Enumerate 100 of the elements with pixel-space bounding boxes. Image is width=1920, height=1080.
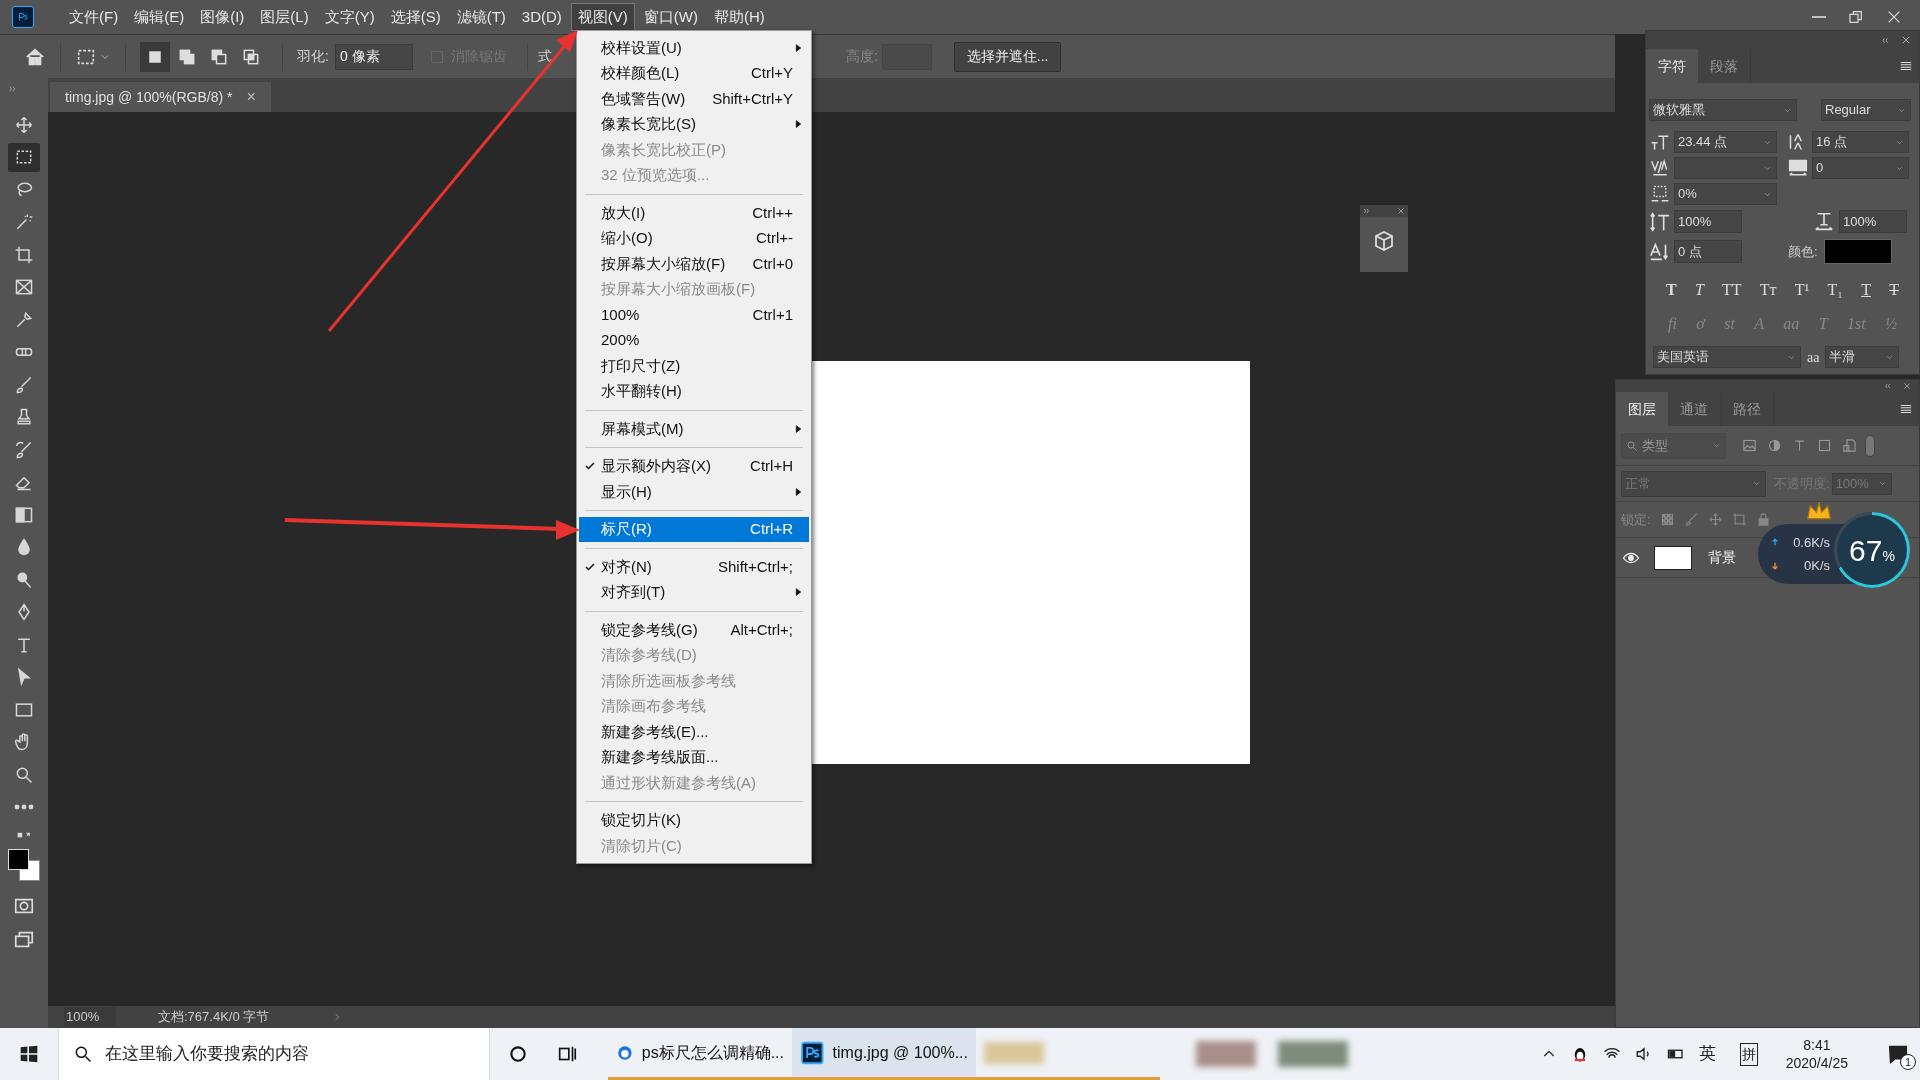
menu-item[interactable]: 打印尺寸(Z) [579,353,809,379]
close-icon[interactable] [1903,382,1911,390]
tool-button[interactable] [8,142,40,172]
expand-icon[interactable] [1363,207,1371,215]
language-dropdown[interactable]: 美国英语 [1653,346,1801,368]
menu-item[interactable]: 图像(I) [193,3,252,31]
menu-item[interactable]: 标尺(R) Ctrl+R [579,516,809,542]
color-swatches[interactable] [8,849,40,881]
menu-item[interactable]: 文件(F) [62,3,126,31]
clock-date[interactable]: 2020/4/25 [1785,1054,1848,1072]
menu-item[interactable]: 像素长宽比(S) [579,111,809,137]
menu-item[interactable]: 色域警告(W) Shift+Ctrl+Y [579,86,809,112]
menu-item[interactable]: 窗口(W) [636,3,705,31]
cortana-icon[interactable] [508,1044,528,1064]
feather-field[interactable]: 0 像素 [334,43,413,70]
menu-item[interactable]: 文字(Y) [317,3,382,31]
image-filter-icon[interactable] [1742,438,1757,453]
adjustment-filter-icon[interactable] [1767,438,1782,453]
type-filter-icon[interactable] [1792,438,1807,453]
cube-icon[interactable] [1372,229,1396,253]
menu-item[interactable]: 100% Ctrl+1 [579,302,809,328]
menu-item[interactable]: 锁定参考线(G) Alt+Ctrl+; [579,617,809,643]
type-style-button[interactable]: Tт [1759,278,1777,302]
tsume-icon [1649,184,1671,204]
select-and-mask-button[interactable]: 选择并遮住... [953,41,1062,72]
baseline-shift-field[interactable]: 0 点 [1674,240,1742,263]
vertical-scale-icon [1649,210,1671,233]
input-language[interactable]: 英 [1698,1041,1716,1067]
type-style-button[interactable]: T [1666,278,1677,302]
submenu-arrow-icon [794,41,803,54]
menu-item[interactable]: 编辑(E) [127,3,192,31]
font-family-dropdown[interactable]: 微软雅黑 [1649,99,1797,121]
menu-item[interactable]: 选择(S) [383,3,448,31]
vertical-scale-field[interactable]: 100% [1674,210,1742,233]
collapse-icon[interactable] [8,84,18,94]
collapse-icon[interactable] [1880,35,1889,45]
filter-toggle[interactable] [1865,434,1875,457]
menu-item[interactable]: 对齐到(T) [579,579,809,605]
panel-menu-icon[interactable] [1899,402,1913,416]
tsume-dropdown[interactable]: 0% [1674,183,1777,205]
close-icon[interactable] [1901,35,1911,45]
menu-item[interactable]: 3D(D) [514,3,569,31]
caret-icon [1712,441,1721,450]
menu-item[interactable]: 新建参考线版面... [579,744,809,770]
menu-item[interactable]: 对齐(N) Shift+Ctrl+; [579,554,809,580]
taskbar-search-field[interactable]: 在这里输入你要搜索的内容 [58,1028,490,1080]
document-info: 文档:767.4K/0 字节 [158,1008,271,1027]
panel-tab[interactable]: 路径 [1721,392,1774,426]
input-mode[interactable]: 拼 [1739,1042,1758,1066]
new-selection-button[interactable] [140,41,170,72]
antialias-icon-label: aa [1807,348,1820,367]
menu-item[interactable]: 显示额外内容(X) Ctrl+H [579,453,809,479]
menu-item[interactable]: 帮助(H) [707,3,772,31]
panel-tab[interactable]: 通道 [1668,392,1721,426]
font-style-dropdown[interactable]: Regular [1821,99,1911,121]
panel-tab[interactable]: 图层 [1616,392,1668,426]
menu-item[interactable]: 视图(V) [570,3,635,31]
tracking-dropdown[interactable]: 0 [1812,157,1909,179]
download-speed: 0K/s [1804,557,1830,575]
menu-item[interactable]: 显示(H) [579,479,809,505]
menu-item[interactable]: 锁定切片(K) [579,807,809,833]
collapse-icon[interactable] [1883,382,1891,390]
menu-item[interactable]: 校样颜色(L) Ctrl+Y [579,60,809,86]
text-color-swatch[interactable] [1823,239,1892,264]
antialias-dropdown[interactable]: 半滑 [1825,346,1900,368]
menu-item[interactable]: 校样设置(U) [579,35,809,61]
font-size-dropdown[interactable]: 23.44 点 [1674,131,1777,153]
taskbar-app[interactable]: timg.jpg @ 100%... [792,1028,976,1080]
close-icon[interactable] [1397,207,1405,215]
menu-item[interactable]: 图层(L) [253,3,316,31]
type-style-button[interactable]: T [1694,278,1704,302]
more-icon [14,804,34,810]
clock-time[interactable]: 8:41 [1803,1036,1831,1054]
menu-item[interactable]: 缩小(O) Ctrl+- [579,225,809,251]
smart-object-filter-icon[interactable] [1842,438,1857,453]
menu-item[interactable]: 按屏幕大小缩放(F) Ctrl+0 [579,251,809,277]
menu-item[interactable]: 屏幕模式(M) [579,416,809,442]
windows-start-icon[interactable] [19,1044,39,1064]
type-style-button[interactable]: T [1861,278,1871,302]
leading-dropdown[interactable]: 16 点 [1812,131,1909,153]
caret-icon [1877,479,1887,488]
menu-item[interactable]: 滤镜(T) [449,3,513,31]
type-style-button[interactable]: T¹ [1794,278,1810,302]
document-tab[interactable]: timg.jpg @ 100%(RGB/8) * × [50,82,271,112]
menu-item[interactable]: 200% [579,327,809,353]
menu-item[interactable]: 新建参考线(E)... [579,719,809,745]
zoom-level[interactable]: 100% [64,1007,116,1027]
type-style-button[interactable]: T₁ [1827,278,1843,302]
horizontal-scale-field[interactable]: 100% [1839,210,1907,233]
type-style-button[interactable]: TT [1722,278,1742,302]
tab-close-button[interactable]: × [246,85,256,109]
stamp-icon [14,407,34,427]
shape-filter-icon[interactable] [1817,438,1832,453]
panel-tab[interactable]: 段落 [1698,49,1751,83]
panel-menu-icon[interactable] [1899,59,1913,73]
blurred-app-icon [1196,1041,1256,1067]
panel-tab[interactable]: 字符 [1646,49,1698,83]
menu-item[interactable]: 放大(I) Ctrl++ [579,200,809,226]
type-style-button[interactable]: T [1889,278,1899,302]
menu-item[interactable]: 水平翻转(H) [579,378,809,404]
